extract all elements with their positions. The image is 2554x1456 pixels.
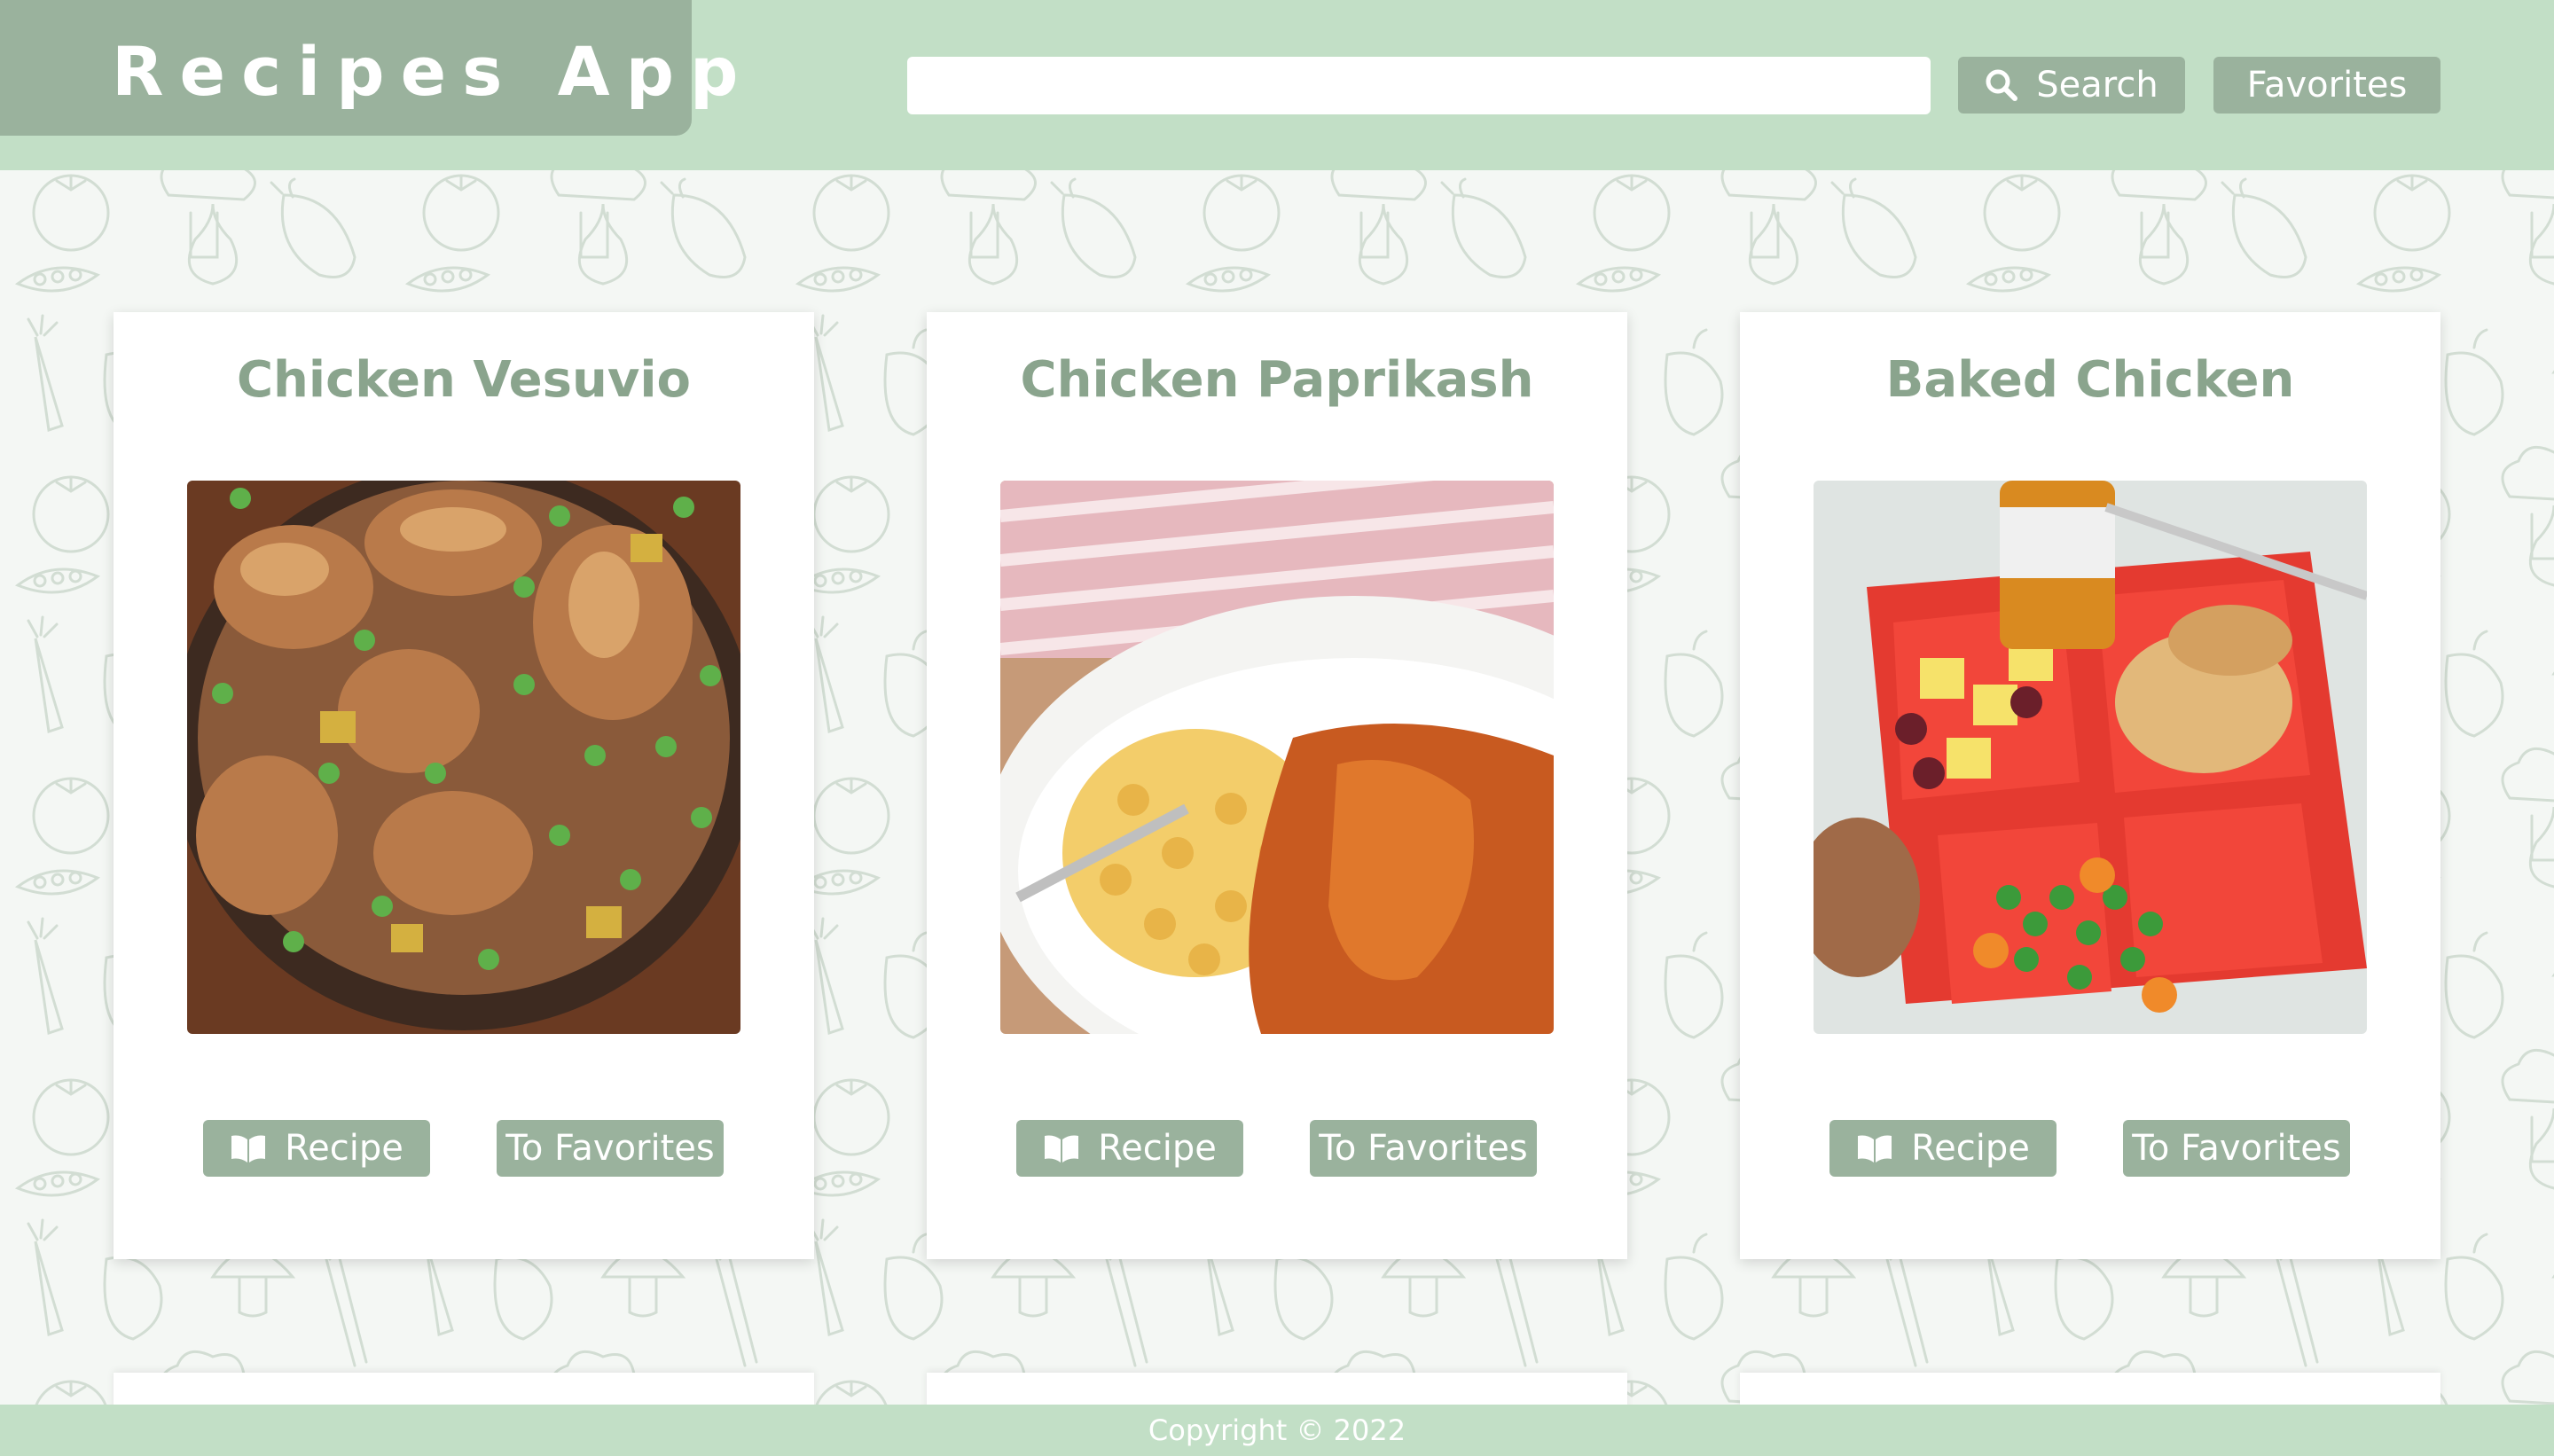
recipe-image xyxy=(1000,481,1554,1034)
to-favorites-button-label: To Favorites xyxy=(1319,1128,1528,1169)
recipe-title: Chicken Vesuvio xyxy=(236,351,692,409)
book-icon xyxy=(1043,1134,1080,1162)
to-favorites-button-label: To Favorites xyxy=(505,1128,715,1169)
search-button[interactable]: Search xyxy=(1958,57,2185,114)
to-favorites-button[interactable]: To Favorites xyxy=(497,1120,724,1177)
recipe-button-label: Recipe xyxy=(285,1128,403,1169)
top-bar: Recipes App Search Favorites xyxy=(0,0,2554,170)
recipe-image xyxy=(187,481,740,1034)
book-icon xyxy=(1856,1134,1893,1162)
book-icon xyxy=(230,1134,267,1162)
recipe-button[interactable]: Recipe xyxy=(1016,1120,1243,1177)
recipe-card: Chicken Vesuvio Recipe To Favorites xyxy=(114,312,814,1259)
search-input[interactable] xyxy=(907,57,1931,114)
to-favorites-button-label: To Favorites xyxy=(2132,1128,2341,1169)
recipe-button[interactable]: Recipe xyxy=(1829,1120,2057,1177)
favorites-button-label: Favorites xyxy=(2246,65,2408,106)
to-favorites-button[interactable]: To Favorites xyxy=(1310,1120,1537,1177)
search-button-label: Search xyxy=(2036,65,2158,106)
recipe-image xyxy=(1814,481,2367,1034)
to-favorites-button[interactable]: To Favorites xyxy=(2123,1120,2350,1177)
recipe-title: Baked Chicken xyxy=(1885,351,2295,409)
recipe-title: Chicken Paprikash xyxy=(1020,351,1534,409)
recipe-button-label: Recipe xyxy=(1911,1128,2030,1169)
recipe-button-label: Recipe xyxy=(1098,1128,1217,1169)
recipe-button[interactable]: Recipe xyxy=(203,1120,430,1177)
logo-box: Recipes App xyxy=(0,0,738,136)
recipe-card: Baked Chicken Recipe To Favorites xyxy=(1740,312,2440,1259)
copyright-text: Copyright © 2022 xyxy=(1148,1413,1406,1447)
recipe-card: Chicken Paprikash Recipe To Favorites xyxy=(927,312,1627,1259)
app-title: Recipes App xyxy=(112,32,755,111)
search-icon xyxy=(1985,68,2018,102)
footer: Copyright © 2022 xyxy=(0,1405,2554,1456)
favorites-button[interactable]: Favorites xyxy=(2213,57,2440,114)
